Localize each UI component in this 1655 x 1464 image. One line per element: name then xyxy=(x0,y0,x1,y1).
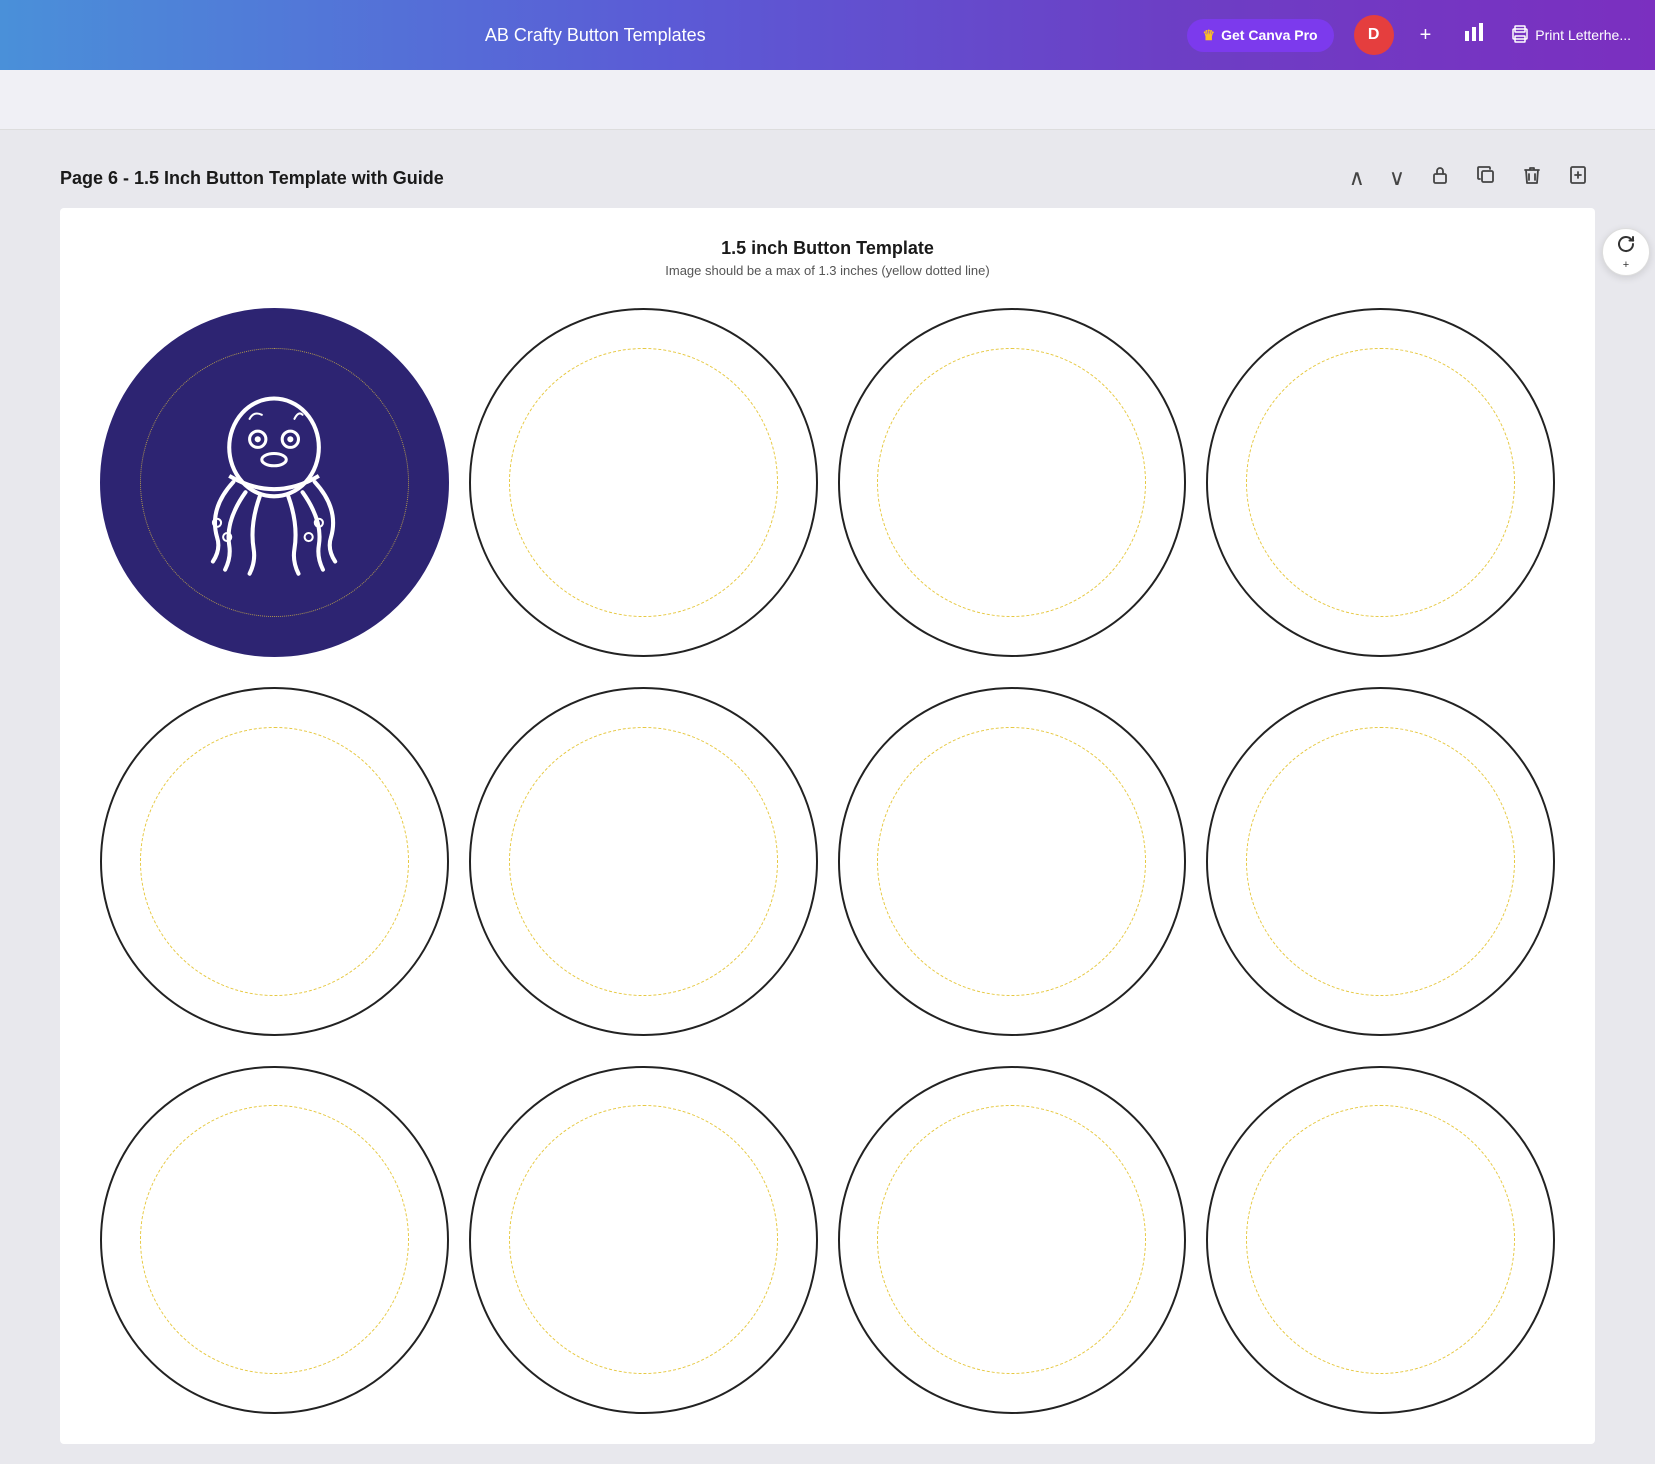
plus-icon: + xyxy=(1420,24,1432,47)
inner-guide-4 xyxy=(1246,348,1515,617)
canva-pro-button[interactable]: ♛ Get Canva Pro xyxy=(1187,19,1334,52)
page-section-header: Page 6 - 1.5 Inch Button Template with G… xyxy=(60,150,1595,208)
button-circle-7[interactable] xyxy=(838,687,1187,1036)
inner-guide-5 xyxy=(140,727,409,996)
button-circle-1[interactable] xyxy=(100,308,449,657)
avatar-letter: D xyxy=(1368,26,1380,44)
page-section-title: Page 6 - 1.5 Inch Button Template with G… xyxy=(60,168,444,189)
delete-button[interactable] xyxy=(1515,160,1549,196)
toolbar-area xyxy=(0,70,1655,130)
inner-guide-9 xyxy=(140,1105,409,1374)
inner-guide-10 xyxy=(509,1105,778,1374)
button-circle-11[interactable] xyxy=(838,1066,1187,1415)
button-circle-5[interactable] xyxy=(100,687,449,1036)
page-up-button[interactable]: ∧ xyxy=(1343,161,1371,195)
inner-guide-12 xyxy=(1246,1105,1515,1374)
inner-guide-2 xyxy=(509,348,778,617)
add-page-button[interactable] xyxy=(1561,160,1595,196)
print-label: Print Letterhe... xyxy=(1535,27,1631,43)
inner-guide-7 xyxy=(877,727,1146,996)
inner-guide-8 xyxy=(1246,727,1515,996)
button-circle-4[interactable] xyxy=(1206,308,1555,657)
print-button[interactable]: Print Letterhe... xyxy=(1511,25,1631,46)
canvas-area: + 1.5 inch Button Template Image should … xyxy=(60,208,1595,1444)
chevron-up-icon: ∧ xyxy=(1349,165,1365,191)
user-avatar[interactable]: D xyxy=(1354,15,1394,55)
button-circle-3[interactable] xyxy=(838,308,1187,657)
duplicate-button[interactable] xyxy=(1469,160,1503,196)
inner-guide-11 xyxy=(877,1105,1146,1374)
button-circle-8[interactable] xyxy=(1206,687,1555,1036)
document-subtitle: Image should be a max of 1.3 inches (yel… xyxy=(100,263,1555,278)
document-title: 1.5 inch Button Template xyxy=(100,238,1555,259)
lock-button[interactable] xyxy=(1423,160,1457,196)
button-template-grid xyxy=(100,308,1555,1414)
refresh-button[interactable]: + xyxy=(1602,228,1650,276)
navbar-title: AB Crafty Button Templates xyxy=(24,25,1167,46)
inner-guide-1 xyxy=(140,348,409,617)
refresh-icon: + xyxy=(1615,233,1637,271)
print-icon xyxy=(1511,25,1529,46)
button-circle-2[interactable] xyxy=(469,308,818,657)
chart-icon xyxy=(1463,21,1485,49)
add-button[interactable]: + xyxy=(1414,18,1438,53)
inner-guide-3 xyxy=(877,348,1146,617)
main-content: Page 6 - 1.5 Inch Button Template with G… xyxy=(0,130,1655,1464)
button-circle-6[interactable] xyxy=(469,687,818,1036)
canva-pro-label: Get Canva Pro xyxy=(1221,27,1317,43)
trash-icon xyxy=(1521,164,1543,192)
page-down-button[interactable]: ∨ xyxy=(1383,161,1411,195)
inner-guide-6 xyxy=(509,727,778,996)
button-circle-12[interactable] xyxy=(1206,1066,1555,1415)
crown-icon: ♛ xyxy=(1203,27,1216,44)
page-section-actions: ∧ ∨ xyxy=(1343,160,1595,196)
analytics-button[interactable] xyxy=(1457,15,1491,55)
button-circle-10[interactable] xyxy=(469,1066,818,1415)
chevron-down-icon: ∨ xyxy=(1389,165,1405,191)
add-page-icon xyxy=(1567,164,1589,192)
lock-icon xyxy=(1429,164,1451,192)
button-circle-9[interactable] xyxy=(100,1066,449,1415)
copy-icon xyxy=(1475,164,1497,192)
navbar: AB Crafty Button Templates ♛ Get Canva P… xyxy=(0,0,1655,70)
